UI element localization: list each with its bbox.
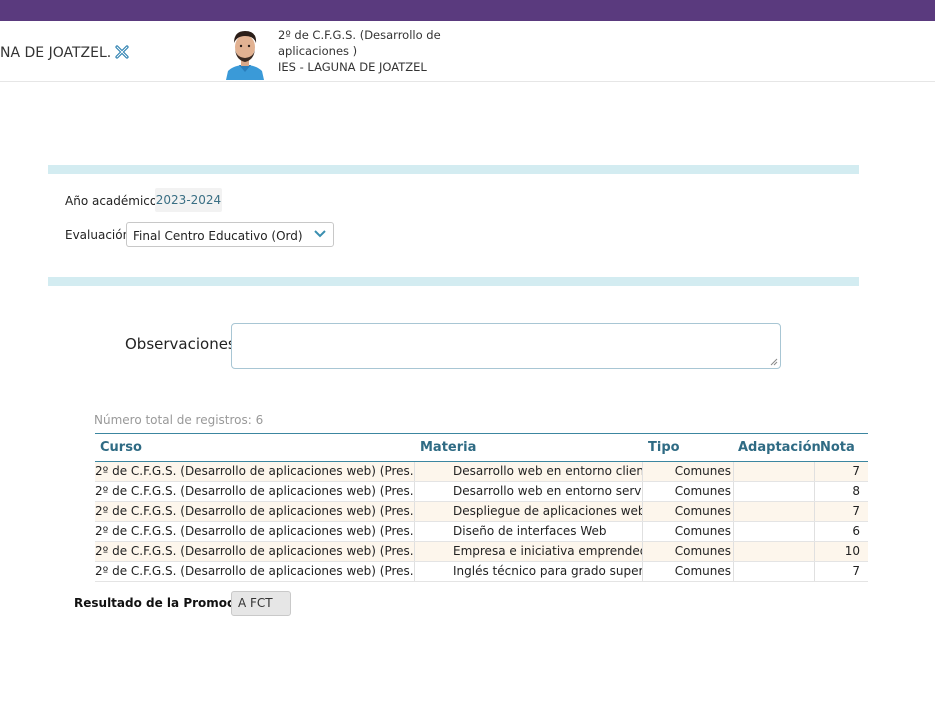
cell-curso: 2º de C.F.G.S. (Desarrollo de aplicacion… xyxy=(95,462,415,481)
cell-materia: Despliegue de aplicaciones web xyxy=(415,502,643,521)
column-header-nota[interactable]: Nota xyxy=(820,440,855,455)
evaluation-select[interactable]: Final Centro Educativo (Ord) xyxy=(126,222,334,247)
cell-adaptacion xyxy=(734,462,815,481)
cell-adaptacion xyxy=(734,542,815,561)
total-records: Número total de registros: 6 xyxy=(94,413,264,427)
cell-curso: 2º de C.F.G.S. (Desarrollo de aplicacion… xyxy=(95,522,415,541)
column-header-materia[interactable]: Materia xyxy=(420,440,476,455)
cell-adaptacion xyxy=(734,522,815,541)
table-row[interactable]: 2º de C.F.G.S. (Desarrollo de aplicacion… xyxy=(95,562,868,582)
close-icon[interactable] xyxy=(114,44,130,60)
student-profile: 2º de C.F.G.S. (Desarrollo de aplicacion… xyxy=(278,27,448,75)
student-photo xyxy=(224,27,266,80)
header: NA DE JOATZEL. 2º de C.F.G.S. (Desarroll… xyxy=(0,21,935,82)
chevron-down-icon xyxy=(314,230,326,238)
cell-nota: 8 xyxy=(852,484,860,498)
cell-nota: 7 xyxy=(852,504,860,518)
table-row[interactable]: 2º de C.F.G.S. (Desarrollo de aplicacion… xyxy=(95,482,868,502)
cell-curso: 2º de C.F.G.S. (Desarrollo de aplicacion… xyxy=(95,562,415,581)
evaluation-label: Evaluación: xyxy=(65,228,135,242)
cell-curso: 2º de C.F.G.S. (Desarrollo de aplicacion… xyxy=(95,542,415,561)
year-label: Año académico: xyxy=(65,194,162,208)
cell-tipo: Comunes xyxy=(643,562,734,581)
cell-adaptacion xyxy=(734,562,815,581)
column-header-adaptacion[interactable]: Adaptación xyxy=(738,440,821,455)
cell-materia: Desarrollo web en entorno servidor xyxy=(415,482,643,501)
section-divider-top xyxy=(48,165,859,174)
cell-materia: Inglés técnico para grado superior xyxy=(415,562,643,581)
table-header: Curso Materia Tipo Adaptación Nota xyxy=(95,433,868,462)
center-name: NA DE JOATZEL. xyxy=(0,45,112,61)
evaluation-select-value: Final Centro Educativo (Ord) xyxy=(133,229,303,243)
cell-tipo: Comunes xyxy=(643,482,734,501)
cell-tipo: Comunes xyxy=(643,542,734,561)
table-row[interactable]: 2º de C.F.G.S. (Desarrollo de aplicacion… xyxy=(95,522,868,542)
year-value: 2023-2024 xyxy=(155,188,222,212)
cell-curso: 2º de C.F.G.S. (Desarrollo de aplicacion… xyxy=(95,502,415,521)
table-row[interactable]: 2º de C.F.G.S. (Desarrollo de aplicacion… xyxy=(95,542,868,562)
cell-materia: Empresa e iniciativa emprendedora xyxy=(415,542,643,561)
column-header-curso[interactable]: Curso xyxy=(100,440,142,455)
course-line-1: 2º de C.F.G.S. (Desarrollo de xyxy=(278,28,441,42)
grades-table: Curso Materia Tipo Adaptación Nota 2º de… xyxy=(95,433,868,582)
cell-nota: 6 xyxy=(852,524,860,538)
cell-tipo: Comunes xyxy=(643,522,734,541)
column-header-tipo[interactable]: Tipo xyxy=(648,440,680,455)
cell-nota: 7 xyxy=(852,464,860,478)
resize-grip-icon[interactable] xyxy=(770,358,778,366)
table-row[interactable]: 2º de C.F.G.S. (Desarrollo de aplicacion… xyxy=(95,502,868,522)
cell-materia: Desarrollo web en entorno cliente xyxy=(415,462,643,481)
cell-adaptacion xyxy=(734,502,815,521)
cell-adaptacion xyxy=(734,482,815,501)
cell-materia: Diseño de interfaces Web xyxy=(415,522,643,541)
cell-tipo: Comunes xyxy=(643,462,734,481)
cell-nota: 10 xyxy=(844,544,860,558)
top-bar xyxy=(0,0,935,21)
observations-textarea[interactable] xyxy=(231,323,781,369)
course-line-2: aplicaciones ) xyxy=(278,44,358,58)
promotion-result-value: A FCT xyxy=(231,591,291,616)
cell-curso: 2º de C.F.G.S. (Desarrollo de aplicacion… xyxy=(95,482,415,501)
cell-tipo: Comunes xyxy=(643,502,734,521)
section-divider-bottom xyxy=(48,277,859,286)
cell-nota: 7 xyxy=(852,564,860,578)
school-name: IES - LAGUNA DE JOATZEL xyxy=(278,60,427,74)
observations-label: Observaciones: xyxy=(125,335,241,353)
table-row[interactable]: 2º de C.F.G.S. (Desarrollo de aplicacion… xyxy=(95,462,868,482)
